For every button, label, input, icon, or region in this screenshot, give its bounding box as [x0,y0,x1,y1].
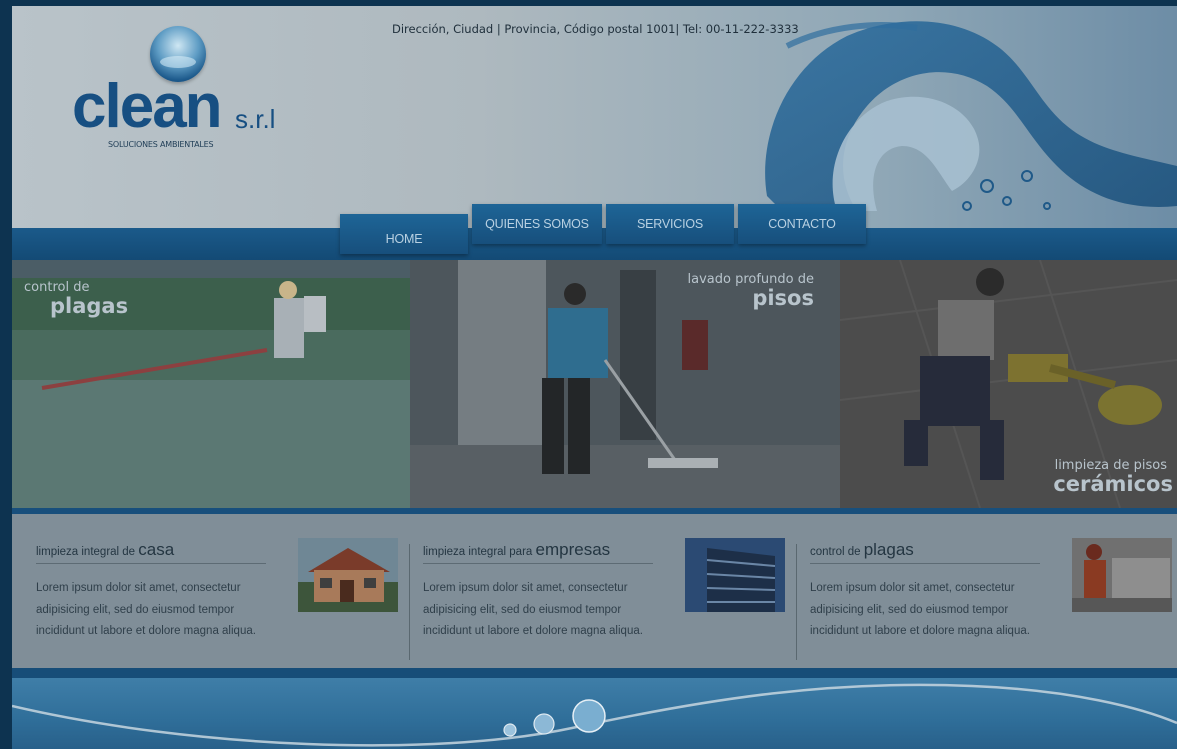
banner-panel-pisos[interactable]: lavado profundo de pisos [410,260,840,508]
office-building-thumbnail[interactable] [685,538,785,612]
service-title-prefix: limpieza integral para [423,546,536,558]
service-title-keyword: plagas [863,540,914,559]
nav-quienes-somos[interactable]: QUIENES SOMOS [472,204,602,244]
banner-panel-ceramicos[interactable]: limpieza de pisos cerámicos [840,260,1177,508]
logo-word: clean [72,72,223,141]
water-wave-graphic [765,21,1177,217]
service-title-keyword: empresas [535,540,611,559]
banner-caption-small: limpieza de pisos [1054,458,1167,473]
service-card-plagas: control de plagas Lorem ipsum dolor sit … [810,538,1177,660]
logo-tagline: SOLUCIONES AMBIENTALES [108,140,214,149]
nav-contacto[interactable]: CONTACTO [738,204,866,244]
banner-caption-big: plagas [50,294,129,318]
service-text: Lorem ipsum dolor sit amet, consectetur … [810,582,1030,637]
service-divider [409,544,410,660]
service-card-empresas: limpieza integral para empresas Lorem ip… [423,538,793,660]
site-header: clean s.r.l SOLUCIONES AMBIENTALES Direc… [12,6,1177,228]
service-text: Lorem ipsum dolor sit amet, consectetur … [36,582,256,637]
banner-panel-plagas[interactable]: control de plagas [12,260,410,508]
service-title[interactable]: control de plagas [810,540,1040,564]
service-text: Lorem ipsum dolor sit amet, consectetur … [423,582,643,637]
service-divider [796,544,797,660]
service-title-keyword: casa [138,540,175,559]
hero-banner: control de plagas lavado profundo de pis… [12,260,1177,508]
service-card-casa: limpieza integral de casa Lorem ipsum do… [36,538,406,660]
service-title-prefix: control de [810,546,864,558]
logo[interactable]: clean s.r.l SOLUCIONES AMBIENTALES [72,24,302,154]
services-section: limpieza integral de casa Lorem ipsum do… [12,514,1177,668]
banner-caption-small: lavado profundo de [687,272,814,287]
banner-caption-small: control de [24,280,90,295]
banner-caption-big: cerámicos [1053,472,1173,496]
banner-caption-big: pisos [752,286,814,310]
footer-divider [12,668,1177,678]
service-title[interactable]: limpieza integral de casa [36,540,266,564]
nav-servicios[interactable]: SERVICIOS [606,204,734,244]
nav-home[interactable]: HOME [340,214,468,254]
footer-wave-graphic [12,683,1177,747]
site-footer [12,678,1177,749]
page: clean s.r.l SOLUCIONES AMBIENTALES Direc… [12,6,1177,749]
house-thumbnail[interactable] [298,538,398,612]
service-title-prefix: limpieza integral de [36,546,139,558]
pest-control-thumbnail[interactable] [1072,538,1172,612]
logo-suffix: s.r.l [235,104,276,134]
service-title[interactable]: limpieza integral para empresas [423,540,653,564]
